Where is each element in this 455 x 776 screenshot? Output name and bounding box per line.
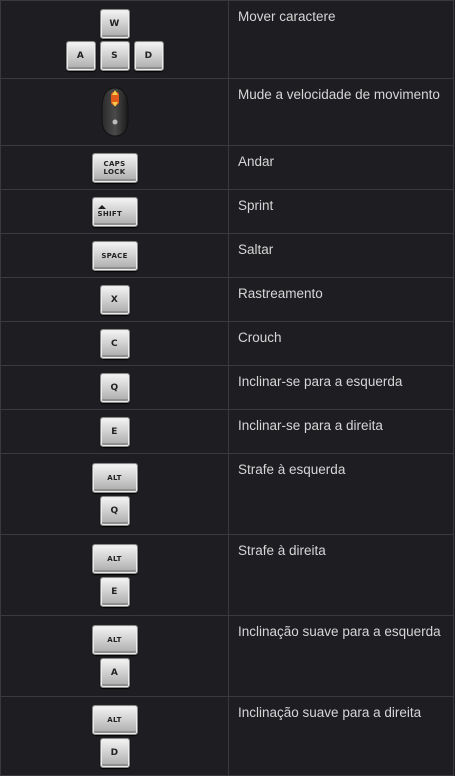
key-e: E: [99, 416, 130, 447]
keys-cell: ALT Q: [0, 453, 229, 535]
key-space: SPACE: [91, 240, 138, 271]
table-row: Mude a velocidade de movimento: [0, 78, 454, 146]
key-alt: ALT: [91, 624, 138, 655]
key-shift: SHIFT: [91, 196, 138, 227]
key-alt: ALT: [91, 543, 138, 574]
action-label: Sprint: [228, 189, 454, 234]
key-e: E: [99, 576, 130, 607]
action-label: Inclinar-se para a direita: [228, 409, 454, 454]
action-label: Saltar: [228, 233, 454, 278]
table-row: SHIFT Sprint: [0, 189, 454, 234]
key-x: X: [99, 284, 130, 315]
key-c: C: [99, 328, 130, 359]
key-q: Q: [99, 372, 130, 403]
table-row: C Crouch: [0, 321, 454, 366]
table-row: ALT D Inclinação suave para a direita: [0, 696, 454, 776]
key-w: W: [99, 8, 130, 39]
action-label: Mude a velocidade de movimento: [228, 78, 454, 146]
key-alt: ALT: [91, 462, 138, 493]
action-label: Andar: [228, 145, 454, 190]
keys-cell: SHIFT: [0, 189, 229, 234]
table-row: CAPS LOCK Andar: [0, 145, 454, 190]
keys-cell: SPACE: [0, 233, 229, 278]
action-label: Mover caractere: [228, 0, 454, 79]
shift-arrow-icon: [97, 204, 106, 209]
action-label: Rastreamento: [228, 277, 454, 322]
controls-table: W A S D Mover caractere Mude a velocidad…: [0, 0, 454, 776]
keys-cell: ALT D: [0, 696, 229, 776]
keys-cell: ALT A: [0, 615, 229, 697]
table-row: Q Inclinar-se para a esquerda: [0, 365, 454, 410]
key-label: CAPS: [103, 159, 126, 168]
key-a: A: [65, 40, 96, 71]
table-row: X Rastreamento: [0, 277, 454, 322]
key-caps-lock: CAPS LOCK: [91, 152, 138, 183]
keys-cell: C: [0, 321, 229, 366]
mouse-scroll-icon: [100, 86, 130, 138]
action-label: Inclinação suave para a esquerda: [228, 615, 454, 697]
key-d: D: [99, 737, 130, 768]
keys-cell: W A S D: [0, 0, 229, 79]
key-alt: ALT: [91, 704, 138, 735]
key-label: LOCK: [103, 167, 126, 176]
table-row: SPACE Saltar: [0, 233, 454, 278]
table-row: W A S D Mover caractere: [0, 0, 454, 79]
key-s: S: [99, 40, 130, 71]
table-row: ALT E Strafe à direita: [0, 534, 454, 616]
keys-cell: CAPS LOCK: [0, 145, 229, 190]
keys-cell: [0, 78, 229, 146]
key-a: A: [99, 657, 130, 688]
action-label: Strafe à esquerda: [228, 453, 454, 535]
table-row: ALT Q Strafe à esquerda: [0, 453, 454, 535]
keys-cell: E: [0, 409, 229, 454]
key-q: Q: [99, 495, 130, 526]
key-label: SHIFT: [97, 209, 123, 218]
table-row: E Inclinar-se para a direita: [0, 409, 454, 454]
action-label: Strafe à direita: [228, 534, 454, 616]
key-d: D: [133, 40, 164, 71]
table-row: ALT A Inclinação suave para a esquerda: [0, 615, 454, 697]
action-label: Inclinação suave para a direita: [228, 696, 454, 776]
keys-cell: X: [0, 277, 229, 322]
keys-cell: ALT E: [0, 534, 229, 616]
action-label: Crouch: [228, 321, 454, 366]
keys-cell: Q: [0, 365, 229, 410]
action-label: Inclinar-se para a esquerda: [228, 365, 454, 410]
